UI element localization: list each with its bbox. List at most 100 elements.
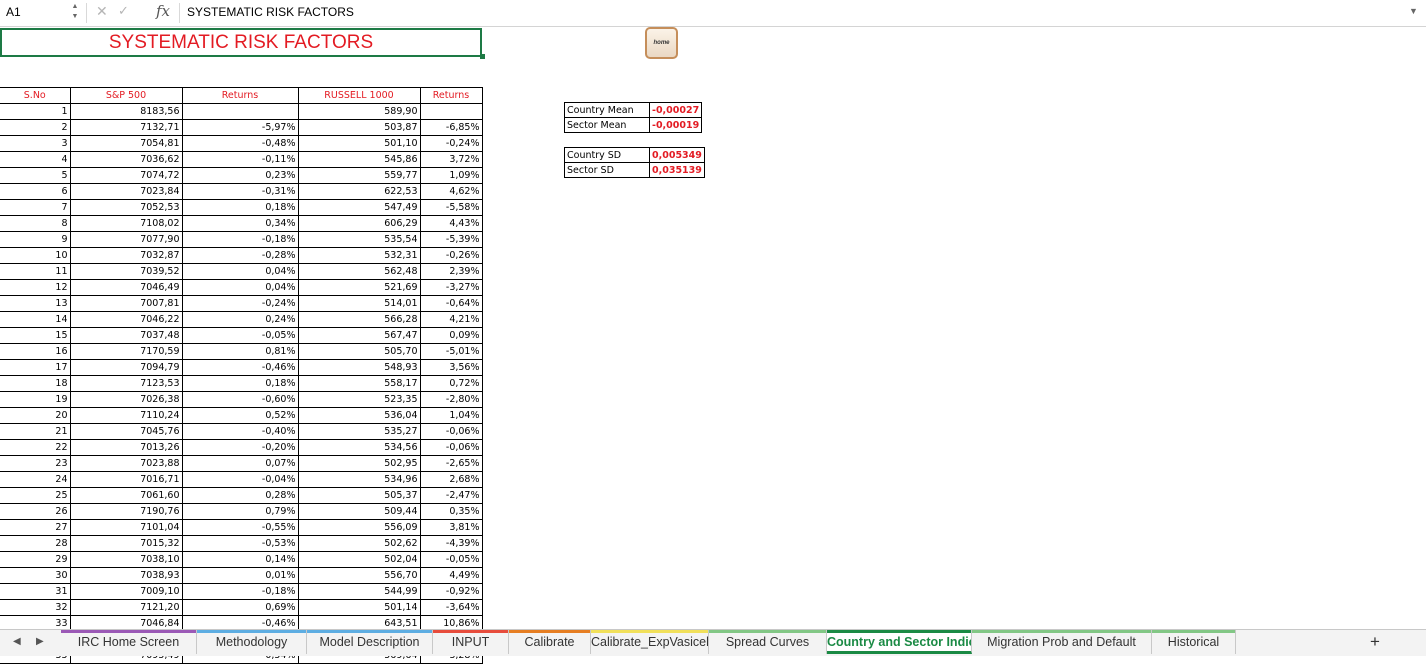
table-cell[interactable]: 26 [0,503,71,520]
table-cell[interactable]: -2,65% [419,455,483,472]
table-cell[interactable]: -0,24% [181,295,299,312]
table-cell[interactable]: -0,53% [181,535,299,552]
table-cell[interactable]: 589,90 [297,103,421,120]
table-cell[interactable]: 7023,84 [69,183,183,200]
table-cell[interactable]: -0,20% [181,439,299,456]
table-cell[interactable]: 567,47 [297,327,421,344]
table-cell[interactable]: 535,54 [297,231,421,248]
table-cell[interactable]: -5,01% [419,343,483,360]
table-cell[interactable]: 7 [0,199,71,216]
table-cell[interactable]: 16 [0,343,71,360]
table-cell[interactable]: 0,01% [181,567,299,584]
table-cell[interactable]: 0,28% [181,487,299,504]
sheet-tab[interactable]: Calibrate [509,630,591,654]
table-cell[interactable]: 556,70 [297,567,421,584]
table-cell[interactable]: 505,37 [297,487,421,504]
table-cell[interactable]: 622,53 [297,183,421,200]
table-cell[interactable]: 0,18% [181,375,299,392]
table-cell[interactable]: 0,24% [181,311,299,328]
sheet-tab[interactable]: Country and Sector Indices [827,630,972,654]
table-cell[interactable]: 28 [0,535,71,552]
table-cell[interactable]: 7007,81 [69,295,183,312]
table-cell[interactable]: -3,64% [419,599,483,616]
table-cell[interactable]: -0,18% [181,583,299,600]
table-cell[interactable]: -5,39% [419,231,483,248]
table-cell[interactable]: 7032,87 [69,247,183,264]
column-header[interactable]: S.No [0,87,71,104]
table-cell[interactable]: 32 [0,599,71,616]
table-cell[interactable]: 7015,32 [69,535,183,552]
table-cell[interactable]: 7038,10 [69,551,183,568]
table-cell[interactable]: 1 [0,103,71,120]
table-cell[interactable]: -0,26% [419,247,483,264]
table-cell[interactable]: 30 [0,567,71,584]
table-cell[interactable]: 7170,59 [69,343,183,360]
table-cell[interactable]: 6 [0,183,71,200]
table-cell[interactable]: 0,23% [181,167,299,184]
table-cell[interactable]: 9 [0,231,71,248]
table-cell[interactable]: 0,79% [181,503,299,520]
table-cell[interactable]: 7036,62 [69,151,183,168]
table-cell[interactable]: 7110,24 [69,407,183,424]
table-cell[interactable]: 3,81% [419,519,483,536]
table-cell[interactable]: -0,40% [181,423,299,440]
table-cell[interactable]: 7101,04 [69,519,183,536]
table-cell[interactable]: 4,62% [419,183,483,200]
table-cell[interactable]: 4,43% [419,215,483,232]
scroll-tabs-right-icon[interactable]: ▶ [36,636,44,647]
table-cell[interactable]: -0,60% [181,391,299,408]
table-cell[interactable]: 7132,71 [69,119,183,136]
table-cell[interactable]: 7061,60 [69,487,183,504]
table-cell[interactable]: -0,55% [181,519,299,536]
table-cell[interactable]: 15 [0,327,71,344]
column-header[interactable]: Returns [181,87,299,104]
column-header[interactable]: Returns [419,87,483,104]
cancel-icon[interactable]: ✕ [96,3,108,20]
table-cell[interactable]: 1,09% [419,167,483,184]
table-cell[interactable]: 1,04% [419,407,483,424]
table-cell[interactable]: 10 [0,247,71,264]
table-cell[interactable]: 0,72% [419,375,483,392]
table-cell[interactable]: 0,09% [419,327,483,344]
table-cell[interactable]: -4,39% [419,535,483,552]
table-cell[interactable]: -0,11% [181,151,299,168]
stat-value[interactable]: 0,005349 [649,147,705,163]
table-cell[interactable]: -0,28% [181,247,299,264]
table-cell[interactable]: 8 [0,215,71,232]
table-cell[interactable]: -2,80% [419,391,483,408]
table-cell[interactable]: 8183,56 [69,103,183,120]
table-cell[interactable]: 545,86 [297,151,421,168]
table-cell[interactable]: 7108,02 [69,215,183,232]
table-cell[interactable]: -5,58% [419,199,483,216]
table-cell[interactable]: 0,04% [181,263,299,280]
table-cell[interactable]: 509,44 [297,503,421,520]
table-cell[interactable]: 18 [0,375,71,392]
table-cell[interactable]: 2 [0,119,71,136]
sheet-tab[interactable]: Methodology [197,630,307,654]
table-cell[interactable]: 17 [0,359,71,376]
table-cell[interactable]: 7190,76 [69,503,183,520]
insert-function-icon[interactable]: fx [156,2,170,20]
table-cell[interactable] [181,103,299,120]
table-cell[interactable]: 536,04 [297,407,421,424]
table-cell[interactable]: 514,01 [297,295,421,312]
table-cell[interactable]: 2,68% [419,471,483,488]
table-cell[interactable]: 4 [0,151,71,168]
expand-formula-bar-icon[interactable]: ▼ [1409,6,1418,16]
table-cell[interactable]: 4,49% [419,567,483,584]
table-cell[interactable]: 7052,53 [69,199,183,216]
name-box-dropdown-icon[interactable]: ▲ ▼ [70,2,80,24]
table-cell[interactable]: 521,69 [297,279,421,296]
scroll-tabs-left-icon[interactable]: ◀ [13,636,21,647]
table-cell[interactable]: 532,31 [297,247,421,264]
home-button[interactable]: home [645,27,678,59]
table-cell[interactable]: 502,95 [297,455,421,472]
name-box[interactable]: A1 [6,4,66,21]
table-cell[interactable]: 25 [0,487,71,504]
table-cell[interactable]: 0,69% [181,599,299,616]
sheet-tab[interactable]: Calibrate_ExpVasicek [591,630,709,654]
table-cell[interactable]: 7074,72 [69,167,183,184]
table-cell[interactable]: 548,93 [297,359,421,376]
add-sheet-button[interactable]: + [1370,632,1380,652]
table-cell[interactable]: 7054,81 [69,135,183,152]
